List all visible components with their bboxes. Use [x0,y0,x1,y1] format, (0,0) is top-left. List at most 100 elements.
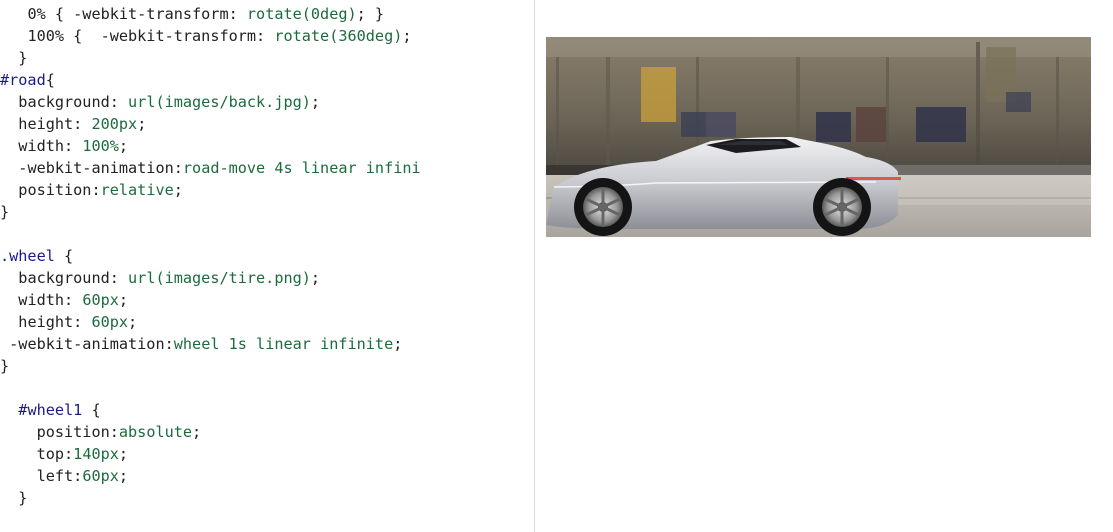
code-punctuation: : [73,115,92,133]
code-line: -webkit-animation:road-move 4s linear in… [0,157,421,179]
road-illustration [546,37,1091,237]
code-line: .wheel { [0,245,421,267]
css-code-editor[interactable]: 0% { -webkit-transform: rotate(0deg); } … [0,0,534,532]
code-punctuation: ; [118,467,129,485]
code-punctuation: ; [310,269,321,287]
code-property: left [36,467,74,485]
code-punctuation: : [109,423,119,441]
code-line: -webkit-animation:wheel 1s linear infini… [0,333,421,355]
code-punctuation: } [0,203,10,221]
code-value: absolute [118,423,193,441]
code-line: } [0,201,421,223]
code-punctuation: ; [192,423,202,441]
code-value: 60px [91,313,129,331]
code-line: } [0,487,421,509]
code-property: height [18,115,74,133]
code-punctuation: : [164,335,174,353]
code-line: #wheel1 { [0,399,421,421]
code-punctuation: } [0,357,10,375]
code-punctuation: ; [137,115,147,133]
road-scene-image [546,37,1091,237]
code-punctuation: : [64,137,83,155]
code-value: 100% [82,137,119,155]
code-punctuation: ; [128,313,138,331]
code-property: background [18,269,110,287]
code-value: relative [100,181,174,199]
code-punctuation: 0% { [27,5,74,23]
code-line: background: url(images/tire.png); [0,267,421,289]
code-property: position [36,423,110,441]
code-property: width [18,291,65,309]
code-value: url(images/back.jpg) [128,93,311,111]
code-value: road-move 4s linear infini [182,159,421,177]
code-lines: 0% { -webkit-transform: rotate(0deg); } … [0,3,421,509]
code-property: -webkit-animation [9,335,165,353]
code-punctuation: { [82,401,101,419]
code-punctuation: ; [118,445,129,463]
code-line: height: 60px; [0,311,421,333]
code-property: background [18,93,110,111]
code-selector: #wheel1 [18,401,83,419]
result-preview-pane [535,0,1113,532]
code-property: height [18,313,74,331]
code-value: url(images/tire.png) [128,269,311,287]
code-punctuation: : [173,159,183,177]
code-punctuation: : [64,291,83,309]
code-value: wheel 1s linear infinite [173,335,394,353]
code-value: 60px [82,291,119,309]
code-line: top:140px; [0,443,421,465]
code-punctuation: ; [393,335,403,353]
code-punctuation: ; [173,181,183,199]
code-line: } [0,355,421,377]
code-punctuation: ; [118,137,129,155]
code-punctuation: } [18,49,28,67]
code-punctuation: 100% { [27,27,101,45]
code-line: background: url(images/back.jpg); [0,91,421,113]
code-punctuation: ; } [356,5,385,23]
code-property: -webkit-animation [18,159,174,177]
code-line: } [0,47,421,69]
code-punctuation: ; [310,93,321,111]
code-line: height: 200px; [0,113,421,135]
code-punctuation: : [64,445,74,463]
code-punctuation: ; [118,291,129,309]
code-line: width: 60px; [0,289,421,311]
code-property: -webkit-transform [73,5,229,23]
code-line: width: 100%; [0,135,421,157]
code-punctuation: { [54,247,74,265]
code-punctuation: } [18,489,28,507]
code-value: 200px [91,115,138,133]
code-line: left:60px; [0,465,421,487]
code-punctuation: : [73,313,92,331]
code-line: #road{ [0,69,421,91]
code-line: 0% { -webkit-transform: rotate(0deg); } [0,3,421,25]
code-selector: #road [0,71,46,89]
code-punctuation: : [256,27,275,45]
code-value: rotate(0deg) [246,5,357,23]
code-punctuation: ; [402,27,412,45]
code-punctuation: : [109,93,129,111]
code-punctuation: { [45,71,55,89]
code-punctuation: : [73,467,83,485]
code-line: 100% { -webkit-transform: rotate(360deg)… [0,25,421,47]
code-line: position:absolute; [0,421,421,443]
code-punctuation: : [228,5,247,23]
code-property: width [18,137,65,155]
code-property: position [18,181,92,199]
